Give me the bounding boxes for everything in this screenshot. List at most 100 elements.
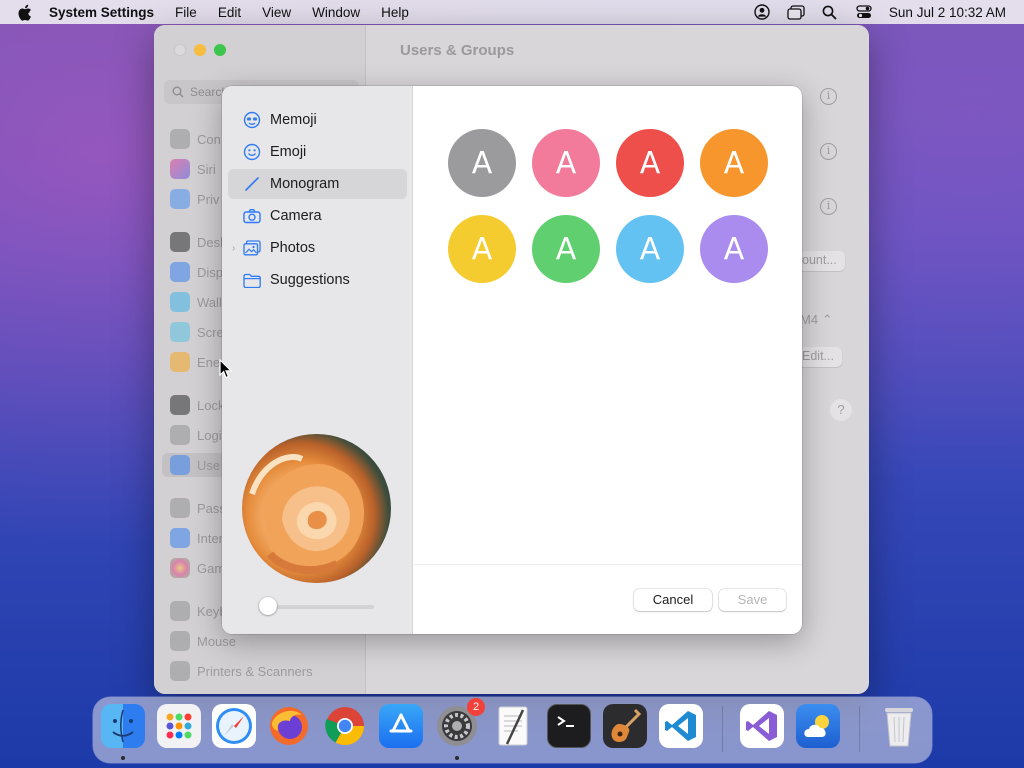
siri-icon: [170, 159, 190, 179]
printer-icon: [170, 661, 190, 681]
lock-icon: [170, 395, 190, 415]
monogram-option[interactable]: A: [616, 215, 684, 283]
sidebar-item-printers-scanners[interactable]: Printers & Scanners: [170, 660, 313, 682]
monogram-option[interactable]: A: [448, 215, 516, 283]
dock-terminal-icon[interactable]: [547, 704, 591, 748]
monogram-option[interactable]: A: [532, 129, 600, 197]
wallpaper-icon: [170, 292, 190, 312]
menu-help[interactable]: Help: [381, 5, 409, 20]
save-button[interactable]: Save: [719, 589, 786, 611]
sidebar-item-lock-screen[interactable]: Lock: [170, 394, 224, 416]
control-center-icon[interactable]: [855, 3, 873, 21]
info-button[interactable]: i: [820, 88, 837, 105]
menu-file[interactable]: File: [175, 5, 197, 20]
cancel-button[interactable]: Cancel: [634, 589, 712, 611]
key-icon: [170, 498, 190, 518]
dock-separator: [859, 706, 860, 752]
sidebar-item-desktop[interactable]: Desk: [170, 231, 227, 253]
users-icon: [170, 455, 190, 475]
dock-chrome-icon[interactable]: [323, 704, 367, 748]
selector-value[interactable]: M4 ⌃: [800, 312, 833, 328]
sidebar-item-energy[interactable]: Ene: [170, 351, 220, 373]
dock-vscode-icon[interactable]: [659, 704, 703, 748]
dock-weather-icon[interactable]: [796, 704, 840, 748]
picture-source-list: Memoji Emoji Monogram Camera › Photos Su…: [222, 86, 413, 634]
close-button[interactable]: [174, 44, 186, 56]
monogram-option[interactable]: A: [448, 129, 516, 197]
zoom-slider-track[interactable]: [262, 605, 374, 609]
photos-icon: [243, 239, 261, 257]
monogram-option[interactable]: A: [532, 215, 600, 283]
user-account-icon[interactable]: [753, 3, 771, 21]
sidebar-item-passwords[interactable]: Pass: [170, 497, 226, 519]
menu-window[interactable]: Window: [312, 5, 360, 20]
zoom-slider-knob[interactable]: [259, 597, 277, 615]
info-button[interactable]: i: [820, 143, 837, 160]
sidebar-item-game-center[interactable]: Gam: [170, 557, 225, 579]
sidebar-item-login[interactable]: Logi: [170, 424, 222, 446]
minimize-button[interactable]: [194, 44, 206, 56]
mouse-cursor-icon: [219, 359, 233, 379]
pencil-icon: [243, 175, 261, 193]
screensaver-icon: [170, 322, 190, 342]
sidebar-item-internet-accounts[interactable]: Inter: [170, 527, 223, 549]
menu-edit[interactable]: Edit: [218, 5, 241, 20]
sidebar-item-siri[interactable]: Siri: [170, 158, 216, 180]
emoji-icon: [243, 143, 261, 161]
window-icon[interactable]: [787, 3, 805, 21]
dock-firefox-icon[interactable]: [267, 704, 311, 748]
desktop-icon: [170, 232, 190, 252]
sidebar-item-displays[interactable]: Disp: [170, 261, 223, 283]
monogram-option[interactable]: A: [700, 129, 768, 197]
source-memoji[interactable]: Memoji: [228, 105, 407, 135]
source-suggestions[interactable]: Suggestions: [228, 265, 407, 295]
game-center-icon: [170, 558, 190, 578]
dock-separator: [722, 706, 723, 752]
dock: 2: [93, 697, 932, 763]
running-indicator: [121, 756, 125, 760]
sidebar-item-keyboard[interactable]: Keyb: [170, 600, 227, 622]
zoom-button[interactable]: [214, 44, 226, 56]
dock-system-settings-icon[interactable]: 2: [435, 698, 485, 748]
search-icon: [172, 86, 184, 98]
footer-divider: [414, 564, 802, 565]
sun-icon: [170, 262, 190, 282]
menu-app-name[interactable]: System Settings: [49, 5, 154, 20]
menu-view[interactable]: View: [262, 5, 291, 20]
sidebar-item-wallpaper[interactable]: Wall: [170, 291, 222, 313]
dock-garageband-icon[interactable]: [603, 704, 647, 748]
avatar-preview[interactable]: [242, 434, 391, 583]
help-button[interactable]: ?: [830, 399, 852, 421]
apple-icon[interactable]: [17, 3, 35, 21]
mouse-icon: [170, 631, 190, 651]
monogram-option[interactable]: A: [700, 215, 768, 283]
source-camera[interactable]: Camera: [228, 201, 407, 231]
sidebar-item-screen-saver[interactable]: Scre: [170, 321, 224, 343]
dock-visual-studio-icon[interactable]: [740, 704, 784, 748]
bulb-icon: [170, 352, 190, 372]
hand-icon: [170, 189, 190, 209]
dock-app-store-icon[interactable]: [379, 704, 423, 748]
menu-bar: System Settings File Edit View Window He…: [0, 0, 1024, 24]
sidebar-item-control-center[interactable]: Con: [170, 128, 221, 150]
source-photos[interactable]: › Photos: [228, 233, 407, 263]
info-button[interactable]: i: [820, 198, 837, 215]
dock-finder-icon[interactable]: [101, 704, 145, 748]
disclosure-arrow-icon[interactable]: ›: [232, 243, 235, 254]
dock-safari-icon[interactable]: [212, 704, 256, 748]
chevron-updown-icon: ⌃: [821, 312, 833, 327]
sidebar-item-privacy[interactable]: Priv: [170, 188, 219, 210]
menu-clock[interactable]: Sun Jul 2 10:32 AM: [889, 5, 1006, 20]
search-icon[interactable]: [821, 3, 839, 21]
dock-textedit-icon[interactable]: [491, 704, 535, 748]
source-emoji[interactable]: Emoji: [228, 137, 407, 167]
source-monogram[interactable]: Monogram: [228, 169, 407, 199]
monogram-option[interactable]: A: [616, 129, 684, 197]
picture-picker-sheet: Memoji Emoji Monogram Camera › Photos Su…: [222, 86, 802, 634]
at-icon: [170, 528, 190, 548]
dock-trash-icon[interactable]: [877, 704, 921, 748]
dock-launchpad-icon[interactable]: [157, 704, 201, 748]
memoji-icon: [243, 111, 261, 129]
login-icon: [170, 425, 190, 445]
camera-icon: [243, 207, 261, 225]
